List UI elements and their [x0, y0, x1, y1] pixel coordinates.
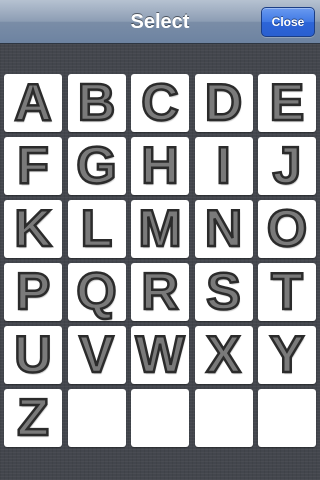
letter-grid: ABCDE FGHIJ KLMNO PQRST UVWXY Z — [4, 74, 316, 447]
empty-tile — [194, 389, 253, 447]
letter-glyph: R — [140, 263, 180, 321]
letter-glyph: G — [75, 137, 118, 195]
letter-glyph: S — [205, 263, 242, 321]
letter-glyph: V — [78, 326, 115, 384]
letter-tile-v[interactable]: V — [67, 326, 126, 384]
letter-tile-h[interactable]: H — [131, 137, 189, 195]
empty-tile — [131, 389, 189, 447]
letter-tile-z[interactable]: Z — [4, 389, 62, 447]
letter-tile-o[interactable]: O — [258, 200, 316, 258]
letter-tile-l[interactable]: L — [67, 200, 126, 258]
letter-glyph: N — [203, 200, 243, 258]
letter-tile-t[interactable]: T — [258, 263, 316, 321]
letter-tile-p[interactable]: P — [4, 263, 62, 321]
letter-glyph: K — [13, 200, 53, 258]
letter-tile-y[interactable]: Y — [258, 326, 316, 384]
letter-glyph: J — [271, 137, 302, 195]
letter-tile-s[interactable]: S — [194, 263, 253, 321]
letter-glyph: L — [79, 200, 113, 258]
empty-tile — [258, 389, 316, 447]
letter-tile-a[interactable]: A — [4, 74, 62, 132]
empty-tile — [67, 389, 126, 447]
letter-glyph: M — [137, 200, 183, 258]
letter-glyph: W — [134, 326, 186, 384]
letter-tile-r[interactable]: R — [131, 263, 189, 321]
navigation-bar: Select Close — [0, 0, 320, 44]
letter-glyph: F — [16, 137, 50, 195]
letter-tile-u[interactable]: U — [4, 326, 62, 384]
letter-glyph: H — [140, 137, 180, 195]
letter-glyph: Z — [16, 389, 50, 447]
letter-glyph: Q — [75, 263, 118, 321]
letter-tile-b[interactable]: B — [67, 74, 126, 132]
letter-glyph: E — [268, 74, 305, 132]
letter-tile-j[interactable]: J — [258, 137, 316, 195]
letter-tile-w[interactable]: W — [131, 326, 189, 384]
letter-tile-i[interactable]: I — [194, 137, 253, 195]
letter-glyph: O — [266, 200, 309, 258]
letter-glyph: Y — [268, 326, 305, 384]
letter-glyph: D — [203, 74, 243, 132]
letter-glyph: P — [14, 263, 51, 321]
letter-tile-c[interactable]: C — [131, 74, 189, 132]
letter-tile-x[interactable]: X — [194, 326, 253, 384]
letter-tile-q[interactable]: Q — [67, 263, 126, 321]
letter-glyph: X — [205, 326, 242, 384]
letter-glyph: C — [140, 74, 180, 132]
letter-glyph: U — [13, 326, 53, 384]
letter-tile-g[interactable]: G — [67, 137, 126, 195]
letter-tile-n[interactable]: N — [194, 200, 253, 258]
letter-glyph: T — [270, 263, 304, 321]
letter-tile-e[interactable]: E — [258, 74, 316, 132]
letter-tile-m[interactable]: M — [131, 200, 189, 258]
close-button[interactable]: Close — [261, 7, 315, 37]
letter-glyph: A — [13, 74, 53, 132]
letter-tile-d[interactable]: D — [194, 74, 253, 132]
letter-tile-f[interactable]: F — [4, 137, 62, 195]
letter-glyph: B — [76, 74, 116, 132]
letter-glyph: I — [215, 137, 232, 195]
letter-tile-k[interactable]: K — [4, 200, 62, 258]
